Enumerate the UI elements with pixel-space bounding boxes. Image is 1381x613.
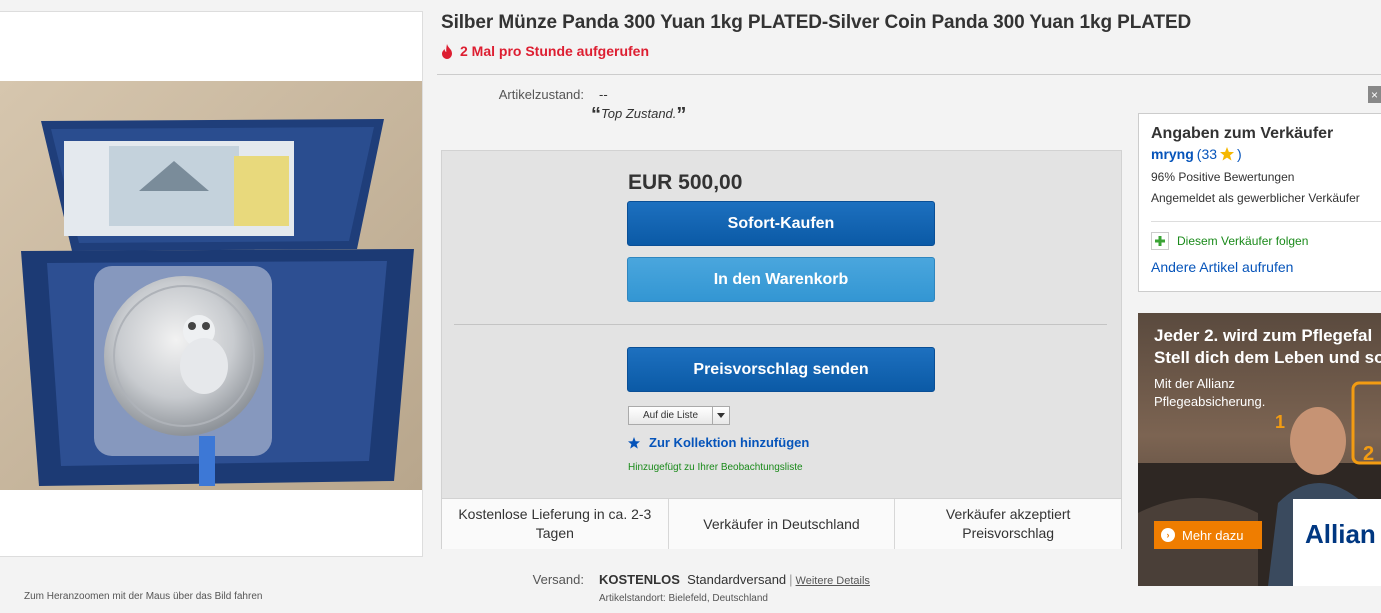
close-quote-mark: ”: [676, 104, 687, 126]
watchlist-note: Hinzugefügt zu Ihrer Beobachtungsliste: [628, 462, 803, 473]
price: EUR 500,00: [628, 171, 743, 194]
shipping-label: Versand:: [532, 572, 584, 587]
feedback-score-open[interactable]: (33: [1197, 146, 1217, 162]
follow-seller-link[interactable]: Diesem Verkäufer folgen: [1151, 232, 1308, 250]
image-panel: [0, 11, 423, 557]
ad-headline-2: Stell dich dem Leben und so: [1154, 348, 1381, 367]
feature-strip: Kostenlose Lieferung in ca. 2-3 Tagen Ve…: [442, 498, 1121, 549]
condition-quote-text: Top Zustand.: [601, 106, 677, 121]
ad-brand-text: Allian: [1305, 519, 1376, 549]
advertisement-banner[interactable]: Jeder 2. wird zum Pflegefal Stell dich d…: [1138, 313, 1381, 586]
feature-seller-location: Verkäufer in Deutschland: [669, 499, 896, 549]
plus-icon: [1151, 232, 1169, 250]
add-to-list-dropdown[interactable]: Auf die Liste: [628, 406, 730, 425]
buy-now-button[interactable]: Sofort-Kaufen: [627, 201, 935, 246]
ad-number-2: 2: [1363, 443, 1375, 465]
shipping-method: Standardversand: [687, 572, 787, 587]
ad-subline-1: Mit der Allianz: [1154, 376, 1235, 391]
product-image[interactable]: [0, 81, 422, 490]
ad-headline-1: Jeder 2. wird zum Pflegefal: [1154, 326, 1373, 345]
divider: [437, 74, 1381, 75]
close-icon[interactable]: ×: [1368, 86, 1381, 103]
feedback-score-close: ): [1237, 146, 1242, 162]
seller-heading: Angaben zum Verkäufer: [1151, 125, 1334, 142]
coin-photo: [0, 81, 422, 490]
seller-name-link[interactable]: mryng: [1151, 146, 1194, 162]
follow-seller-label: Diesem Verkäufer folgen: [1177, 234, 1309, 248]
condition-quote: “Top Zustand.”: [591, 104, 686, 127]
item-location: Artikelstandort: Bielefeld, Deutschland: [599, 593, 768, 604]
seller-name-row: mryng (33 ): [1151, 146, 1242, 162]
star-icon: [628, 436, 640, 449]
other-items-link[interactable]: Andere Artikel aufrufen: [1151, 259, 1293, 275]
product-title: Silber Münze Panda 300 Yuan 1kg PLATED-S…: [441, 12, 1192, 33]
divider: [1151, 221, 1381, 222]
zoom-hint: Zum Heranzoomen mit der Maus über das Bi…: [24, 591, 263, 602]
feature-accepts-offers: Verkäufer akzeptiert Preisvorschlag: [945, 506, 1071, 541]
shipping-value: KOSTENLOS Standardversand | Weitere Detail…: [599, 572, 870, 587]
shipping-free: KOSTENLOS: [599, 572, 680, 587]
add-to-collection-link[interactable]: Zur Kollektion hinzufügen: [628, 435, 809, 450]
add-to-cart-button[interactable]: In den Warenkorb: [627, 257, 935, 302]
ad-number-1: 1: [1275, 412, 1286, 432]
add-to-list-label: Auf die Liste: [629, 407, 713, 424]
condition-label: Artikelzustand:: [498, 87, 584, 102]
shipping-details-link[interactable]: Weitere Details: [796, 575, 870, 587]
seller-positive-feedback: 96% Positive Bewertungen: [1151, 170, 1295, 184]
open-quote-mark: “: [591, 104, 601, 126]
caret-down-icon[interactable]: [713, 407, 729, 424]
ad-subline-2: Pflegeabsicherung.: [1154, 394, 1266, 409]
seller-info-box: Angaben zum Verkäufer mryng (33 ) 96% Po…: [1138, 113, 1381, 292]
make-offer-button[interactable]: Preisvorschlag senden: [627, 347, 935, 392]
star-icon: [1220, 147, 1235, 161]
feature-free-delivery: Kostenlose Lieferung in ca. 2-3 Tagen: [442, 499, 669, 549]
buy-box: EUR 500,00 Sofort-Kaufen In den Warenkor…: [441, 150, 1122, 549]
add-to-collection-label: Zur Kollektion hinzufügen: [649, 435, 810, 450]
views-text: 2 Mal pro Stunde aufgerufen: [460, 43, 650, 59]
ad-more-label: Mehr dazu: [1182, 527, 1244, 543]
views-indicator: 2 Mal pro Stunde aufgerufen: [441, 43, 649, 59]
seller-registration: Angemeldet als gewerblicher Verkäufer: [1151, 191, 1360, 205]
chevron-right-icon: ›: [1161, 528, 1175, 542]
divider: [454, 324, 1107, 325]
separator: |: [789, 572, 793, 587]
flame-icon: [442, 43, 452, 59]
ad-more-button[interactable]: › Mehr dazu: [1154, 521, 1262, 549]
ad-brand-logo: Allian: [1293, 499, 1381, 586]
condition-value: --: [599, 87, 608, 102]
